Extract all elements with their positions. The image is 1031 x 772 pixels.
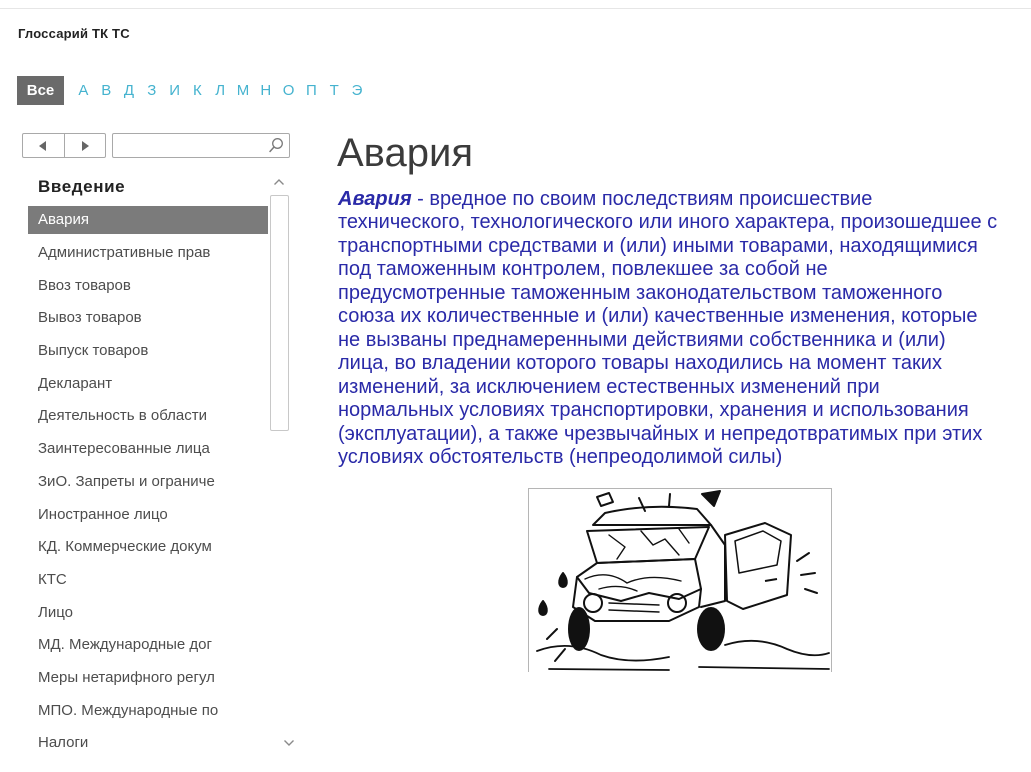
definition-line: под таможенным контролем, повлекшее за с… [338,258,828,281]
glossary-list-item-label: Иностранное лицо [38,505,168,523]
glossary-list-item-label: МД. Международные дог [38,636,212,654]
glossary-list-item-label: Налоги [38,734,89,752]
alphabet-letter-n[interactable]: Н [254,82,277,99]
glossary-list-item[interactable]: КД. Коммерческие докум [28,531,268,564]
alphabet-letter-z[interactable]: З [140,82,163,99]
back-button[interactable] [23,134,64,157]
glossary-list-item-label: Деятельность в области [38,407,207,425]
definition-line: Авария - вредное по своим последствиям п… [338,188,1028,211]
alphabet-letter-v[interactable]: В [95,82,118,99]
definition-line: технического, технологического или иного… [338,211,998,234]
glossary-list-item[interactable]: КТС [28,564,268,597]
triangle-right-icon [81,140,89,151]
glossary-list-item[interactable]: Заинтересованные лица [28,433,268,466]
glossary-list-item-label: Авария [28,206,268,235]
search-icon[interactable] [268,137,284,153]
glossary-list-item-label: Декларант [38,374,113,392]
alphabet-letter-d[interactable]: Д [118,82,141,99]
alphabet-letter-t[interactable]: Т [323,82,346,99]
search-input[interactable] [119,135,267,156]
alphabet-letter-k[interactable]: К [186,82,209,99]
car-door [724,522,792,610]
glossary-list-item[interactable]: ЗиО. Запреты и ограниче [28,466,268,499]
triangle-left-icon [39,140,47,151]
glossary-list-item-label: КТС [38,570,67,588]
chevron-up-icon[interactable] [273,177,285,187]
glossary-list-item[interactable]: МПО. Международные по [28,694,268,727]
glossary-list-item-label: Меры нетарифного регул [38,668,215,686]
article-illustration [528,488,832,672]
glossary-list-item-label: Вывоз товаров [38,309,142,327]
alphabet-letter-a[interactable]: А [72,82,95,99]
article-definition: Авария - вредное по своим последствиям п… [338,188,1028,469]
app-title: Глоссарий ТК ТС [18,26,130,41]
glossary-list-item-label: МПО. Международные по [38,701,219,719]
glossary-list: Авария Административные прав Ввоз товаро… [28,204,268,760]
glossary-list-item[interactable]: Меры нетарифного регул [28,662,268,695]
definition-line: транспортными средствами и (или) иными т… [338,234,978,257]
definition-line: союза их количественные и (или) качестве… [338,305,978,328]
glossary-list-item-label: Выпуск товаров [38,342,149,360]
definition-term: Авария [338,188,412,210]
glossary-list-item-label: ЗиО. Запреты и ограниче [38,472,215,490]
alphabet-filter-bar: Все А В Д З И К Л М Н О П Т Э [17,76,368,105]
scrollbar-thumb[interactable] [270,195,289,431]
glossary-list-item[interactable]: Административные прав [28,237,268,270]
glossary-list-item[interactable]: Иностранное лицо [28,498,268,531]
chevron-down-icon[interactable] [283,738,295,748]
glossary-list-item[interactable]: Декларант [28,367,268,400]
glossary-list-item[interactable]: Ввоз товаров [28,269,268,302]
article-heading: Авария [337,131,473,175]
glossary-list-item[interactable]: Выпуск товаров [28,335,268,368]
car-wheels [568,607,725,651]
glossary-list-item-label: Ввоз товаров [38,276,131,294]
glossary-list-item-label: Административные прав [38,244,211,262]
top-divider [0,8,1031,9]
filter-all-button[interactable]: Все [17,76,64,105]
alphabet-letter-m[interactable]: М [232,82,255,99]
search-box [112,133,290,158]
glossary-list-item-label: Заинтересованные лица [38,440,210,458]
definition-line: (эксплуатации), а также чрезвычайных и н… [338,422,983,445]
glossary-list-item[interactable]: МД. Международные дог [28,629,268,662]
glossary-list-item-label: КД. Коммерческие докум [38,538,212,556]
alphabet-letter-l[interactable]: Л [209,82,232,99]
glossary-list-item[interactable]: Вывоз товаров [28,302,268,335]
alphabet-letter-o[interactable]: О [277,82,300,99]
history-navigation [22,133,106,158]
forward-button[interactable] [63,134,106,157]
glossary-list-item[interactable]: Лицо [28,596,268,629]
definition-line: лица, во владении которого товары находи… [338,352,942,375]
definition-line: нормальных условиях транспортировки, хра… [338,399,969,422]
glossary-list-item-label: Лицо [38,603,73,621]
alphabet-letter-e[interactable]: Э [346,82,369,99]
definition-line: изменений, за исключением естественных и… [338,375,880,398]
alphabet-letter-p[interactable]: П [300,82,323,99]
alphabet-letter-i[interactable]: И [163,82,186,99]
glossary-list-item[interactable]: Деятельность в области [28,400,268,433]
section-title: Введение [38,177,126,196]
glossary-list-item[interactable]: Налоги [28,727,268,760]
alphabet-letters: А В Д З И К Л М Н О П Т Э [72,82,368,99]
car-crash-illustration [536,490,830,671]
glossary-list-item[interactable]: Авария [28,204,268,237]
definition-line: предусмотренные таможенным законодательс… [338,281,943,304]
definition-line: условиях обстоятельств (непреодолимой си… [338,445,783,468]
car-body [572,505,726,622]
definition-line: не вызваны преднамеренными действиями со… [338,328,946,351]
definition-text: - вредное по своим последствиям происшес… [411,188,873,210]
